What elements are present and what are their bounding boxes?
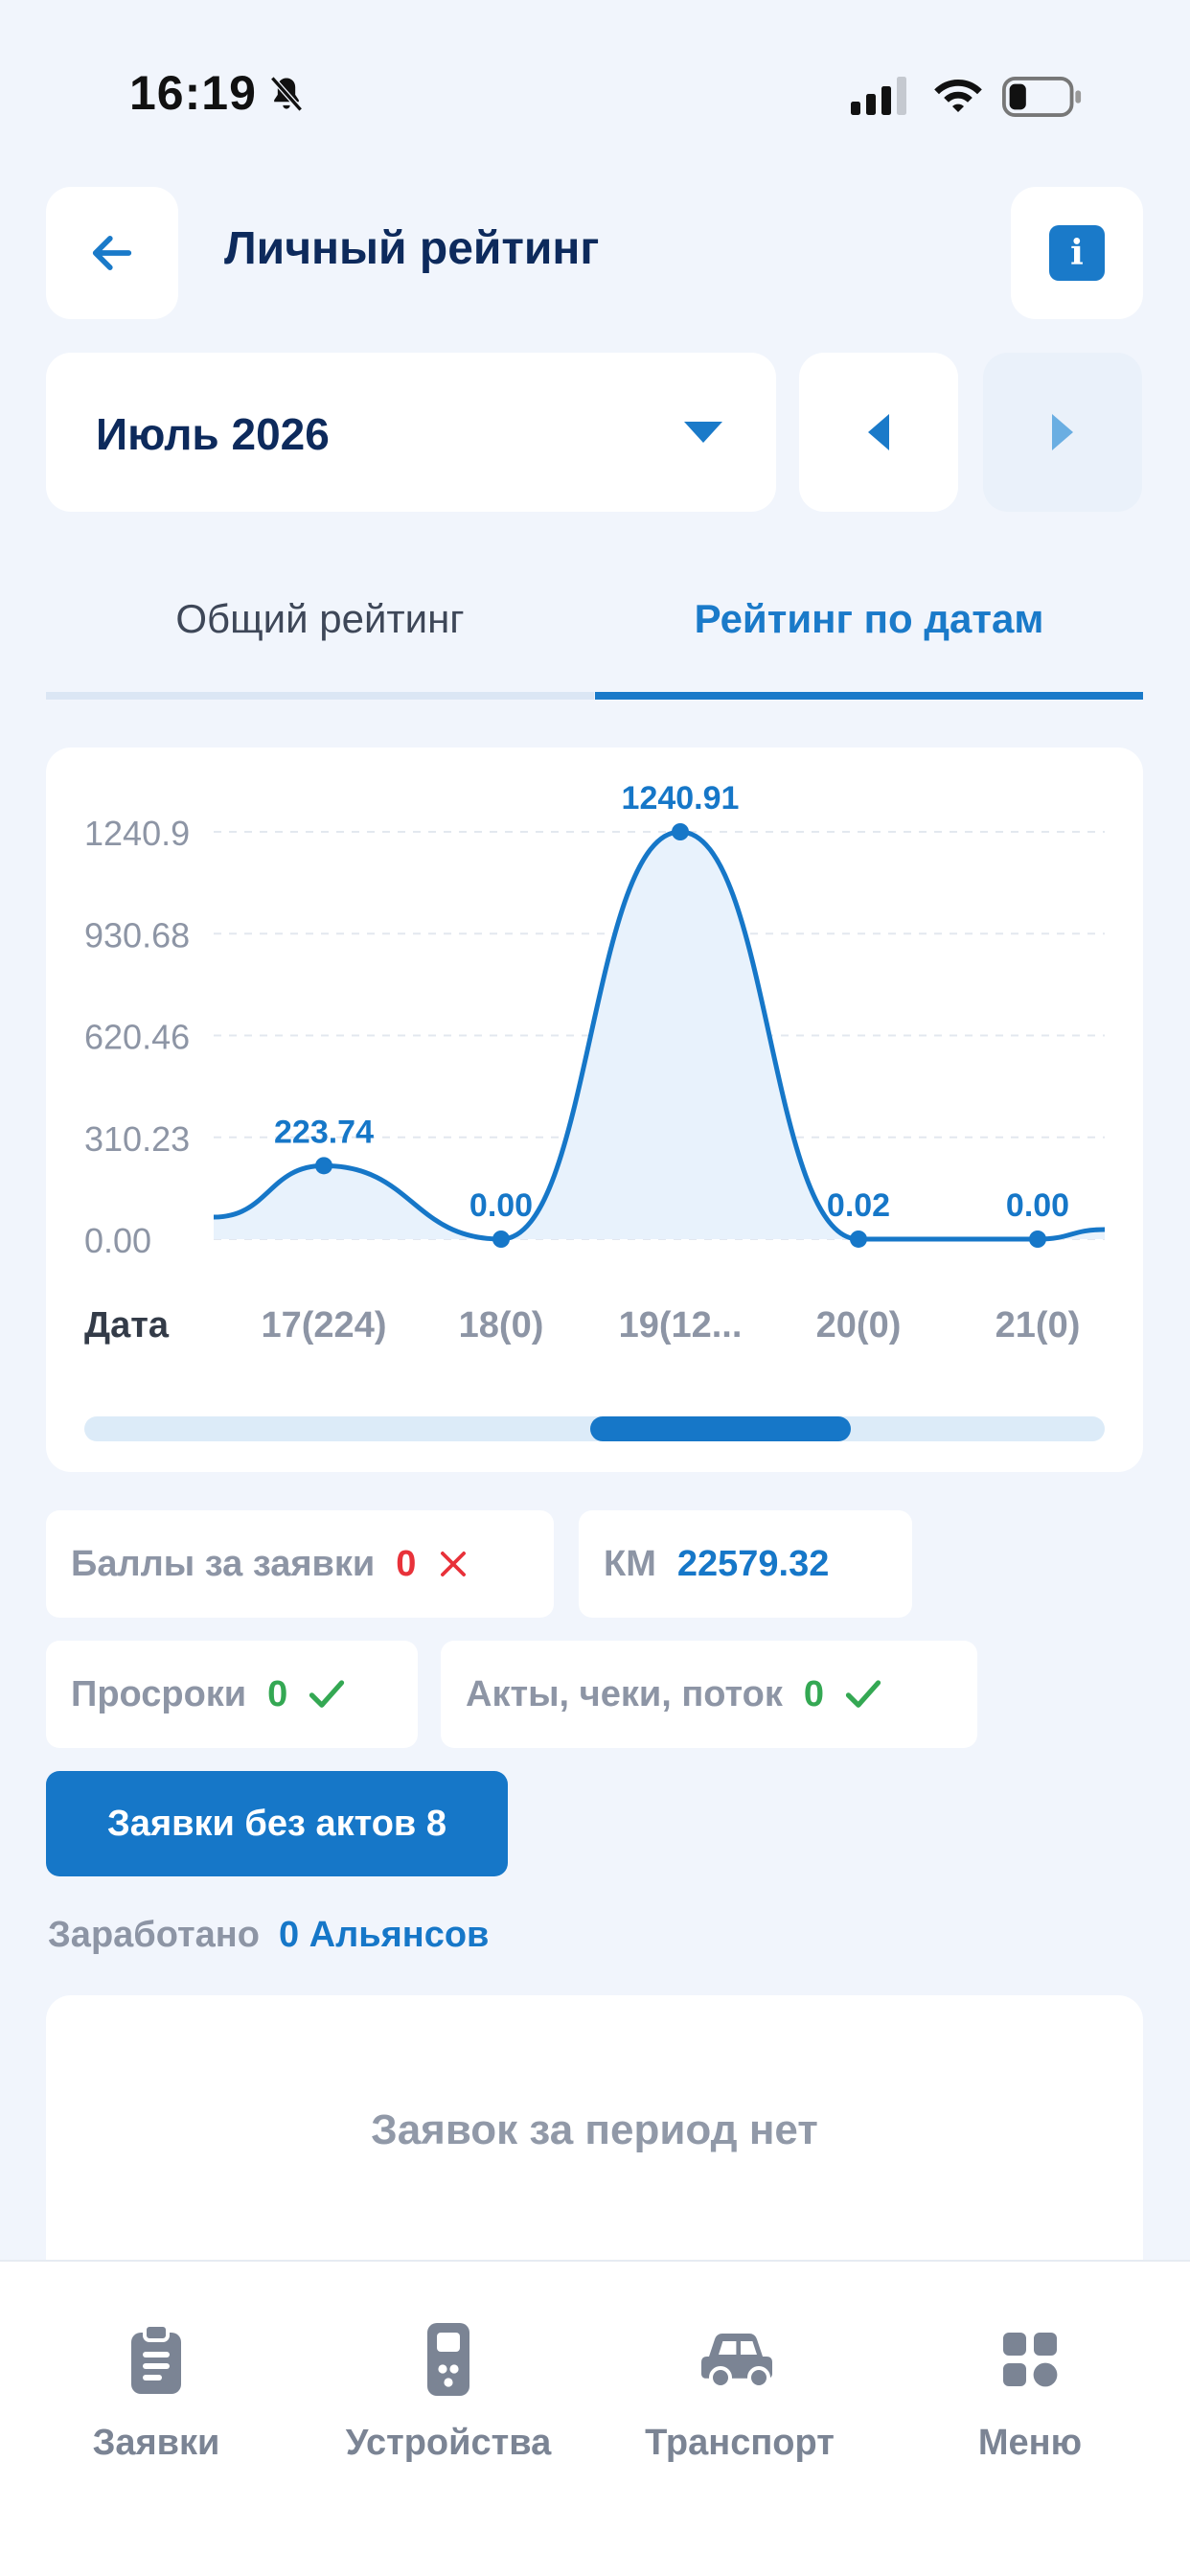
km-stat: КМ 22579.32 — [579, 1510, 912, 1618]
scores-label: Баллы за заявки — [71, 1543, 376, 1584]
arrow-left-icon — [92, 236, 132, 270]
data-point — [315, 1157, 332, 1175]
device-icon — [305, 2321, 592, 2398]
x-tick-label: 20(0) — [816, 1305, 902, 1346]
earned-value: 0 Альянсов — [278, 1915, 490, 1955]
y-tick-label: 1240.9 — [84, 814, 190, 853]
nav-transport-label: Транспорт — [645, 2423, 835, 2463]
status-bar: 16:19 — [0, 0, 1190, 192]
page-title: Личный рейтинг — [224, 223, 600, 274]
bell-muted-icon — [270, 76, 303, 112]
km-value: 22579.32 — [676, 1543, 830, 1584]
y-tick-label: 620.46 — [84, 1018, 190, 1057]
overdue-label: Просроки — [71, 1673, 247, 1714]
nav-transport[interactable]: Транспорт — [596, 2321, 883, 2464]
requests-without-acts-button[interactable]: Заявки без актов 8 — [46, 1771, 508, 1876]
car-icon — [596, 2321, 883, 2398]
x-tick-label: 17(224) — [262, 1305, 387, 1346]
km-label: КМ — [604, 1543, 656, 1584]
cross-icon — [435, 1546, 471, 1582]
x-tick-label: 18(0) — [459, 1305, 544, 1346]
y-tick-label: 310.23 — [84, 1119, 190, 1159]
nav-devices[interactable]: Устройства — [305, 2321, 592, 2464]
rating-chart: 1240.9 930.68 620.46 310.23 0.00 223.74 0.00 12… — [84, 780, 1106, 1346]
caret-left-icon — [868, 414, 889, 450]
status-time: 16:19 — [129, 66, 257, 120]
y-tick-label: 930.68 — [84, 915, 190, 954]
next-month-button[interactable] — [983, 353, 1142, 512]
info-button[interactable]: i — [1011, 187, 1143, 319]
tab-rating-by-dates[interactable]: Рейтинг по датам — [595, 565, 1143, 700]
x-tick-label: 21(0) — [995, 1305, 1081, 1346]
grid-menu-icon — [886, 2321, 1174, 2398]
check-icon — [843, 1676, 883, 1713]
wifi-icon — [934, 80, 982, 112]
tab-general-rating[interactable]: Общий рейтинг — [46, 565, 594, 700]
acts-stat: Акты, чеки, поток 0 — [441, 1641, 977, 1748]
overdue-value: 0 — [267, 1673, 288, 1714]
nav-menu-label: Меню — [977, 2423, 1083, 2463]
acts-label: Акты, чеки, поток — [466, 1673, 783, 1714]
back-button[interactable] — [46, 187, 178, 319]
chart-scroll-thumb[interactable] — [590, 1416, 851, 1441]
rating-chart-card: 1240.9 930.68 620.46 310.23 0.00 223.74 0.00 12… — [46, 748, 1143, 1472]
info-icon: i — [1049, 225, 1105, 281]
data-point — [1029, 1230, 1046, 1248]
data-label: 0.00 — [1006, 1187, 1069, 1224]
previous-month-button[interactable] — [799, 353, 958, 512]
empty-state-text: Заявок за период нет — [371, 2106, 818, 2153]
data-point — [850, 1230, 867, 1248]
data-label: 223.74 — [274, 1114, 374, 1150]
month-dropdown[interactable]: Июль 2026 — [46, 353, 776, 512]
tab-general-label: Общий рейтинг — [175, 596, 465, 641]
nav-requests-label: Заявки — [92, 2423, 220, 2463]
chart-scrollbar[interactable] — [84, 1416, 1105, 1441]
data-label: 1240.91 — [622, 780, 740, 816]
scores-stat: Баллы за заявки 0 — [46, 1510, 554, 1618]
month-label: Июль 2026 — [96, 409, 330, 459]
x-tick-label: 19(12... — [619, 1305, 743, 1346]
tab-active-underline — [595, 692, 1143, 700]
earned-label: Заработано — [48, 1915, 260, 1955]
rating-tabs: Общий рейтинг Рейтинг по датам — [46, 565, 1143, 700]
nav-devices-label: Устройства — [345, 2423, 552, 2463]
nav-menu[interactable]: Меню — [886, 2321, 1174, 2464]
acts-value: 0 — [803, 1673, 825, 1714]
bottom-nav: Заявки Устройства Транспорт Меню — [0, 2260, 1190, 2576]
check-icon — [307, 1676, 347, 1713]
caret-down-icon — [684, 422, 722, 443]
caret-right-icon — [1052, 414, 1073, 450]
y-tick-label: 0.00 — [84, 1221, 151, 1260]
nav-requests[interactable]: Заявки — [12, 2321, 300, 2464]
tab-dates-label: Рейтинг по датам — [694, 596, 1044, 641]
data-label: 0.02 — [827, 1187, 890, 1224]
tab-underline — [46, 692, 594, 700]
battery-icon — [1002, 77, 1082, 117]
data-point — [492, 1230, 510, 1248]
scores-value: 0 — [396, 1543, 417, 1584]
cellular-signal-icon — [851, 77, 906, 115]
data-point — [672, 823, 689, 840]
data-label: 0.00 — [469, 1187, 533, 1224]
earned-row: Заработано 0 Альянсов — [48, 1915, 489, 1956]
overdue-stat: Просроки 0 — [46, 1641, 418, 1748]
x-axis-label: Дата — [84, 1305, 170, 1346]
clipboard-icon — [12, 2321, 300, 2398]
